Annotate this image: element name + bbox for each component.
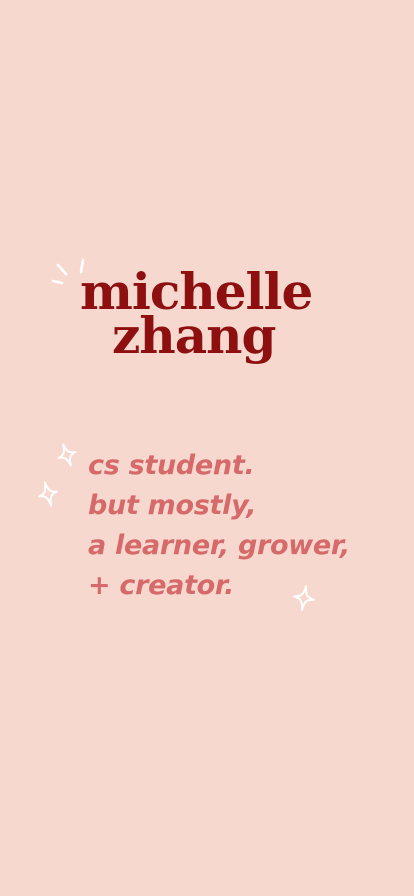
tagline-line: cs student. (88, 450, 255, 481)
tagline-line: a learner, grower, (88, 530, 350, 561)
landing-page: michelle zhang cs student. but mostly, a… (0, 0, 414, 896)
sparkle-star-icon (57, 443, 77, 467)
page-title: michelle zhang (80, 267, 313, 361)
sparkle-star-icon (38, 481, 58, 507)
tagline-line: but mostly, (88, 490, 257, 521)
tagline-line: + creator. (88, 570, 235, 601)
tagline: cs student. but mostly, a learner, growe… (88, 446, 350, 606)
